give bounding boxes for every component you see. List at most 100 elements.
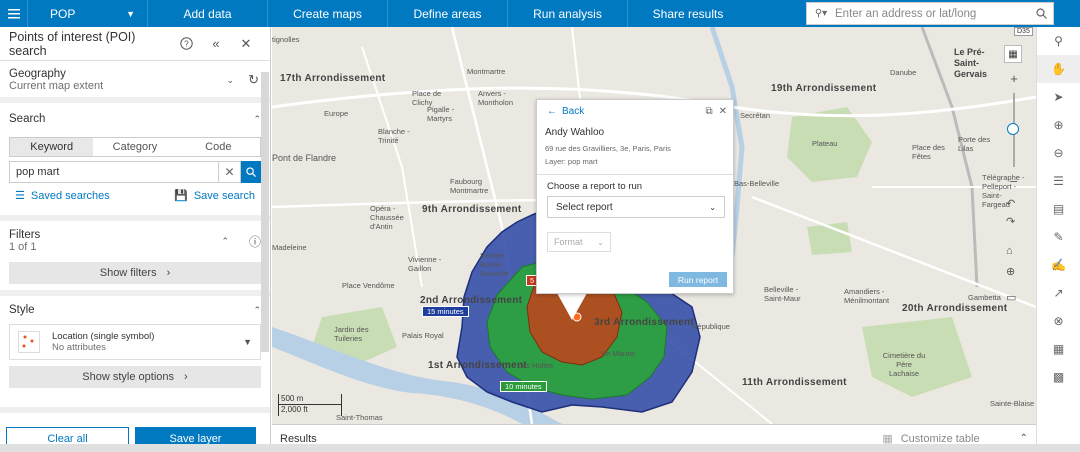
zoom-out-button[interactable]: –: [1010, 173, 1017, 188]
info-icon[interactable]: ⓘ: [249, 233, 261, 250]
table-icon[interactable]: ▦: [1037, 335, 1080, 363]
redo-icon[interactable]: ↷: [1006, 215, 1015, 228]
home-icon[interactable]: ⌂: [1006, 245, 1013, 257]
place-label: Anvers - Montholon: [478, 89, 514, 107]
project-dropdown[interactable]: POP ▼: [28, 0, 148, 27]
address-search-input[interactable]: Enter an address or lat/long: [835, 8, 1029, 20]
filters-section: Filters 1 of 1 ⌃ ⓘ Show filters ›: [0, 221, 270, 296]
address-search[interactable]: ⚲▾ Enter an address or lat/long: [806, 2, 1054, 25]
select-arrow-icon[interactable]: ➤: [1037, 83, 1080, 111]
place-label: tignolles: [272, 35, 300, 44]
zoom-slider-handle[interactable]: [1007, 123, 1019, 135]
arrow-left-icon: ←: [547, 106, 557, 117]
search-label: Search: [9, 113, 46, 125]
location-pin-icon[interactable]: ⚲▾: [807, 8, 835, 19]
customize-table-button[interactable]: Customize table: [901, 433, 980, 445]
geography-section: Geography Current map extent ⌄ ↻: [0, 61, 270, 103]
chevron-up-icon[interactable]: ⌃: [253, 305, 261, 316]
nav-add-data[interactable]: Add data: [148, 0, 268, 27]
chevron-up-icon[interactable]: ⌃: [253, 114, 261, 125]
area-label-1: 1st Arrondissement: [428, 360, 527, 371]
geography-value: Current map extent: [9, 80, 104, 92]
pan-hand-icon[interactable]: ✋: [1037, 55, 1080, 83]
place-label: Europe: [324, 109, 349, 118]
place-label: Palais Royal: [402, 331, 444, 340]
show-style-options-button[interactable]: Show style options ›: [9, 366, 261, 388]
nav-create-maps[interactable]: Create maps: [268, 0, 388, 27]
clear-icon[interactable]: ⊗: [1037, 307, 1080, 335]
format-select[interactable]: Format ⌄: [547, 232, 611, 252]
chevron-up-icon[interactable]: ⌃: [221, 236, 229, 247]
undo-icon[interactable]: ↶: [1006, 197, 1015, 210]
back-label: Back: [562, 106, 585, 117]
place-label: Belleville - Saint-Maur: [764, 285, 801, 303]
bottom-scrollbar[interactable]: [0, 444, 1080, 452]
panel-scrollbar[interactable]: [261, 72, 269, 352]
pin-icon[interactable]: ⚲: [1037, 27, 1080, 55]
save-search-link[interactable]: 💾 Save search: [174, 189, 255, 203]
symbol-selector[interactable]: Location (single symbol) No attributes ▼: [9, 324, 261, 360]
place-label: Secrétan: [740, 111, 771, 120]
add-layer-icon[interactable]: ✍: [1037, 251, 1080, 279]
search-icon: [246, 167, 256, 177]
nav-run-analysis[interactable]: Run analysis: [508, 0, 628, 27]
saved-searches-label: Saved searches: [30, 189, 110, 202]
place-label: Le Marais: [602, 349, 635, 358]
chevron-down-icon[interactable]: ⌄: [227, 75, 235, 86]
locate-icon[interactable]: ⊕: [1006, 265, 1015, 278]
area-label-9: 9th Arrondissement: [422, 204, 522, 215]
list-icon: ☰: [15, 190, 25, 202]
report-select[interactable]: Select report ⌄: [547, 196, 725, 218]
tab-category[interactable]: Category: [93, 138, 176, 156]
share-icon[interactable]: ↗: [1037, 279, 1080, 307]
keyword-input[interactable]: pop mart: [9, 161, 219, 183]
keyword-search-box: pop mart ✕: [9, 161, 261, 183]
area-label-20: 20th Arrondissement: [902, 303, 1008, 314]
results-label: Results: [280, 432, 317, 445]
zoom-in-icon[interactable]: ⊕: [1037, 111, 1080, 139]
nav-share-results[interactable]: Share results: [628, 0, 748, 27]
menu-button[interactable]: [0, 0, 28, 27]
legend-icon[interactable]: ☰: [1037, 167, 1080, 195]
tab-code[interactable]: Code: [177, 138, 260, 156]
place-label: Les Halles: [518, 361, 554, 370]
tab-keyword[interactable]: Keyword: [10, 138, 94, 156]
search-icon[interactable]: [1029, 8, 1053, 19]
back-button[interactable]: ← Back: [547, 106, 584, 117]
hamburger-icon: [7, 8, 20, 18]
zoom-out-icon[interactable]: ⊖: [1037, 139, 1080, 167]
show-filters-button[interactable]: Show filters ›: [9, 262, 261, 284]
place-label: Sainte-Blaise: [990, 399, 1035, 408]
nav-define-areas[interactable]: Define areas: [388, 0, 508, 27]
place-label: Porte des Lilas: [958, 135, 991, 153]
help-icon[interactable]: ?: [171, 37, 201, 50]
chevron-down-icon: ▼: [126, 8, 135, 19]
basemap-toggle-icon[interactable]: ▦: [1004, 45, 1022, 63]
filters-count: 1 of 1: [9, 241, 37, 253]
place-label: Sentier - Bonne Nouvelle: [480, 251, 510, 278]
saved-searches-link[interactable]: ☰ Saved searches: [15, 189, 110, 203]
close-icon[interactable]: ✕: [231, 36, 261, 52]
close-icon[interactable]: ✕: [719, 106, 727, 117]
place-label: Pont de Flandre: [272, 153, 337, 163]
place-label: Saint-Thomas: [336, 413, 383, 422]
place-label: Pigalle - Martyrs: [427, 105, 455, 123]
poi-search-panel: Points of interest (POI) search ? « ✕ Ge…: [0, 27, 271, 452]
measure-icon[interactable]: ▤: [1037, 195, 1080, 223]
run-report-button[interactable]: Run report: [669, 272, 727, 287]
place-label: Cimetière du Père Lachaise: [882, 351, 926, 378]
collapse-panel-icon[interactable]: «: [201, 36, 231, 51]
clear-icon[interactable]: ✕: [219, 161, 241, 183]
refresh-icon[interactable]: ↻: [248, 72, 259, 88]
dock-icon[interactable]: ⧉: [705, 106, 712, 117]
draw-icon[interactable]: ✎: [1037, 223, 1080, 251]
search-button[interactable]: [241, 161, 261, 183]
place-label: Place des Fêtes: [912, 143, 945, 161]
project-name: POP: [50, 6, 76, 21]
layers-icon[interactable]: ▩: [1037, 363, 1080, 391]
screen-icon[interactable]: ▭: [1006, 291, 1016, 304]
search-type-tabs: Keyword Category Code: [9, 137, 261, 157]
chevron-up-icon[interactable]: ⌃: [1020, 433, 1028, 444]
zoom-in-button[interactable]: +: [1002, 71, 1026, 86]
poi-layer: Layer: pop mart: [545, 157, 598, 166]
